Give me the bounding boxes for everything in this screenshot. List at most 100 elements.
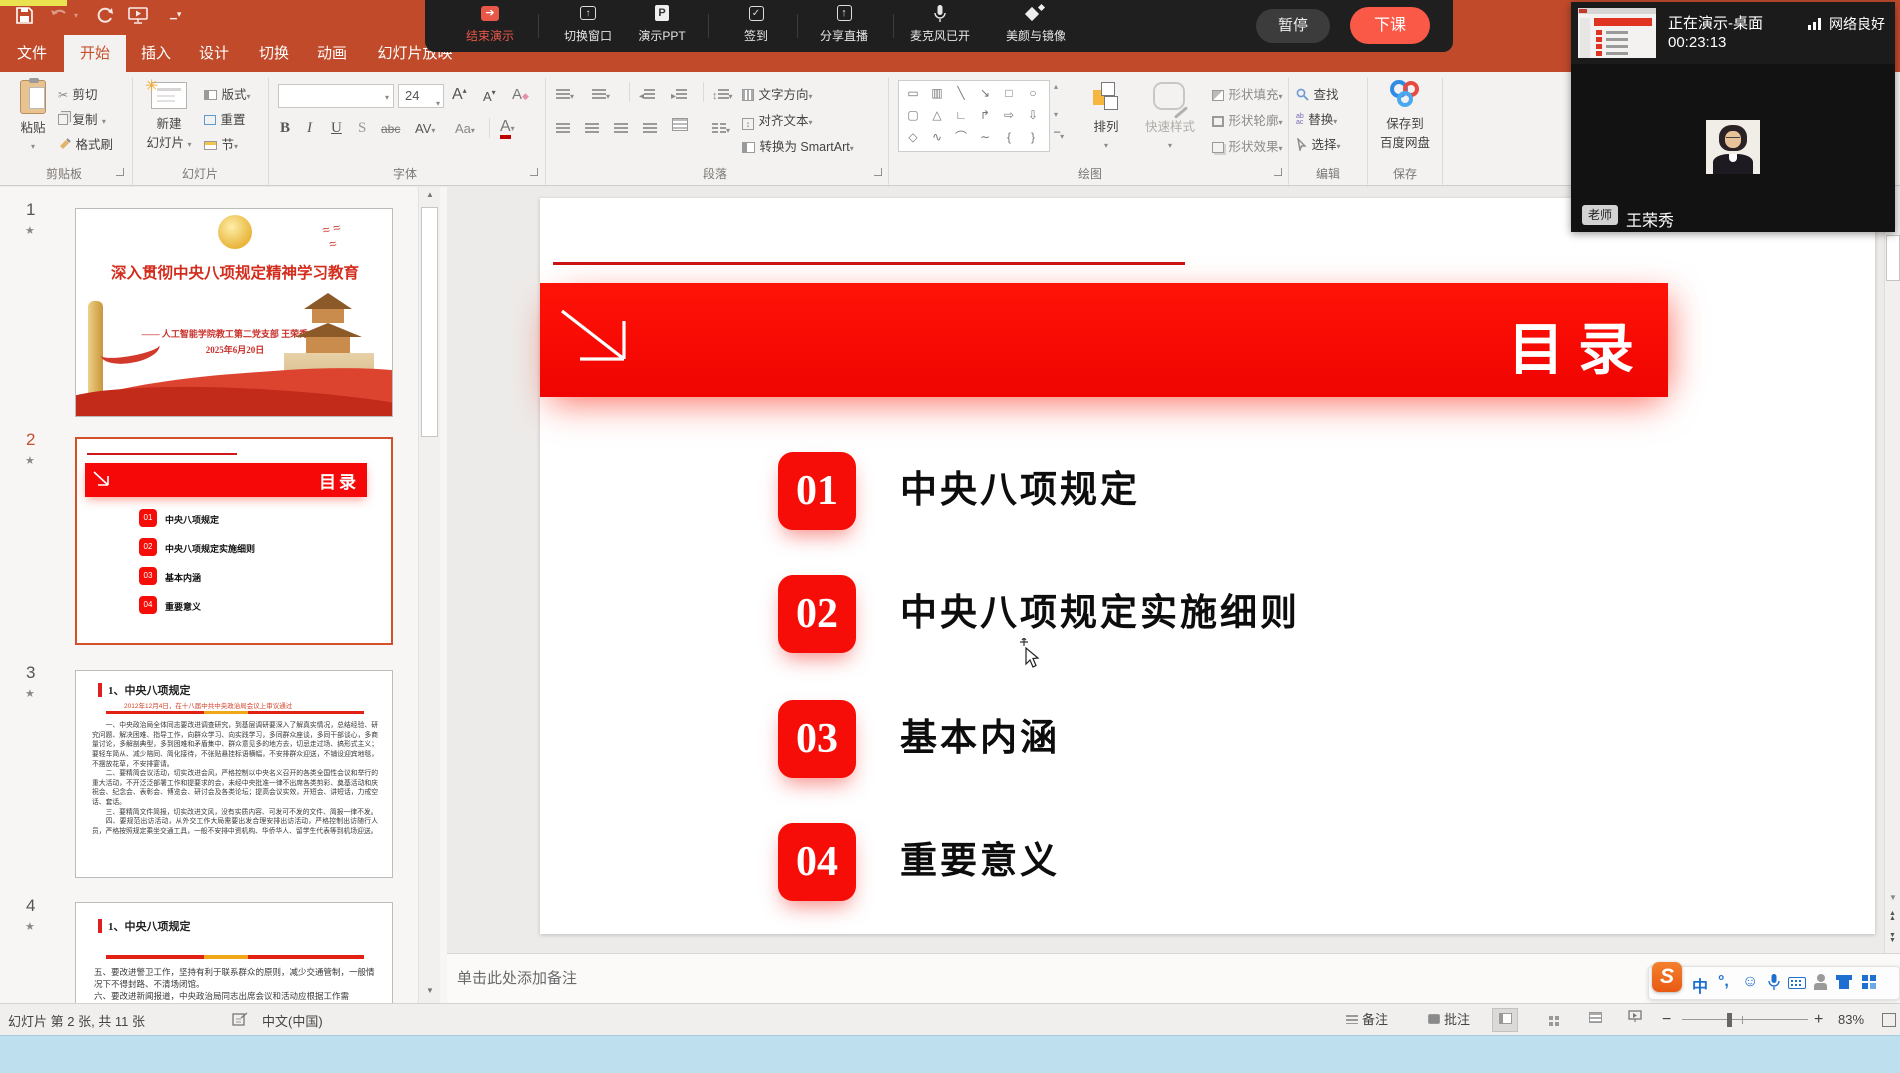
change-case-button[interactable]: Aa▾: [455, 121, 475, 136]
zoom-slider-thumb[interactable]: [1727, 1013, 1732, 1027]
replace-button[interactable]: abac 替换▾: [1296, 109, 1337, 129]
main-scroll-thumb[interactable]: [1886, 235, 1900, 281]
shape-glyph[interactable]: ▭: [901, 82, 925, 104]
numbering-button[interactable]: ▾: [592, 86, 610, 104]
increase-font-icon[interactable]: A▴: [452, 86, 467, 104]
shape-glyph[interactable]: ∟: [949, 104, 973, 126]
select-button[interactable]: 选择▾: [1296, 134, 1340, 154]
shape-fill-button[interactable]: 形状填充▾: [1212, 84, 1282, 104]
italic-button[interactable]: I: [307, 120, 312, 137]
shape-glyph[interactable]: △: [925, 104, 949, 126]
spellcheck-icon[interactable]: [232, 1012, 248, 1027]
undo-icon[interactable]: [50, 7, 69, 29]
share-live-button[interactable]: ↑ 分享直播: [799, 5, 889, 44]
toc-item-badge[interactable]: 02: [778, 575, 856, 653]
bold-button[interactable]: B: [280, 120, 290, 137]
normal-view-button[interactable]: [1492, 1008, 1518, 1032]
align-text-button[interactable]: ↕ 对齐文本▾: [742, 110, 812, 130]
strikethrough-button[interactable]: abc: [381, 122, 400, 136]
shape-glyph[interactable]: ↱: [973, 104, 997, 126]
shape-glyph[interactable]: ╲: [949, 82, 973, 104]
sign-in-button[interactable]: ✓ 签到: [711, 5, 801, 44]
previous-slide-icon[interactable]: ▲▲: [1889, 911, 1896, 921]
copy-button[interactable]: 复制 ▾: [58, 109, 106, 129]
end-class-button[interactable]: 下课: [1350, 7, 1430, 44]
start-slideshow-icon[interactable]: [128, 7, 148, 29]
quick-styles-button[interactable]: 快速样式 ▾: [1136, 80, 1204, 153]
text-direction-button[interactable]: 文字方向▾: [742, 84, 812, 104]
distribute-icon[interactable]: [672, 118, 688, 136]
language-indicator[interactable]: 中文(中国): [262, 1011, 323, 1030]
toc-item-label[interactable]: 中央八项规定实施细则: [900, 575, 1300, 653]
ime-emoji-icon[interactable]: ☺: [1742, 973, 1758, 991]
slide-canvas[interactable]: 目录 01 中央八项规定 02 中央八项规定实施细则 03 基本内涵 04 重要…: [540, 198, 1875, 934]
shape-effects-button[interactable]: 形状效果▾: [1212, 136, 1282, 156]
paragraph-dialog-launcher-icon[interactable]: [874, 168, 882, 176]
notes-toggle-button[interactable]: 备注: [1346, 1008, 1388, 1032]
font-color-button[interactable]: A▾: [500, 118, 515, 136]
next-slide-icon[interactable]: ▼▼: [1889, 933, 1896, 943]
shape-glyph[interactable]: ∼: [973, 126, 997, 148]
slideshow-view-button[interactable]: [1622, 1008, 1648, 1032]
smartart-button[interactable]: 转换为 SmartArt▾: [742, 136, 854, 156]
pause-button[interactable]: 暂停: [1256, 9, 1330, 43]
toc-item-label[interactable]: 重要意义: [900, 823, 1060, 901]
shapes-scroll-up-icon[interactable]: ▴: [1054, 82, 1058, 91]
layout-button[interactable]: 版式▾: [204, 84, 250, 104]
font-name-combo[interactable]: ▾: [278, 84, 394, 108]
new-slide-button[interactable]: ✳ 新建 幻灯片 ▾: [140, 78, 198, 170]
toc-item-label[interactable]: 中央八项规定: [900, 452, 1140, 530]
tab-design[interactable]: 设计: [186, 35, 242, 72]
ime-grid-icon[interactable]: [1862, 975, 1877, 990]
scroll-up-icon[interactable]: ▲: [426, 190, 434, 199]
format-painter-button[interactable]: 格式刷: [58, 134, 113, 154]
redo-icon[interactable]: [96, 7, 114, 29]
save-icon[interactable]: [16, 7, 33, 29]
shape-glyph[interactable]: ⇨: [997, 104, 1021, 126]
slide-sorter-view-button[interactable]: [1541, 1008, 1567, 1032]
ime-toolbox-person-icon[interactable]: [1814, 974, 1828, 990]
bullets-button[interactable]: ▾: [556, 86, 574, 104]
present-ppt-button[interactable]: P 演示PPT: [617, 5, 707, 44]
font-dialog-launcher-icon[interactable]: [530, 168, 538, 176]
shape-outline-button[interactable]: 形状轮廓▾: [1212, 110, 1282, 130]
shape-glyph[interactable]: ⇩: [1021, 104, 1045, 126]
zoom-slider-track[interactable]: [1682, 1019, 1808, 1020]
toc-item-badge[interactable]: 03: [778, 700, 856, 778]
columns-button[interactable]: ▾: [712, 120, 730, 138]
shapes-scroll-down-icon[interactable]: ▾: [1054, 110, 1058, 119]
character-spacing-button[interactable]: AV▾: [415, 121, 435, 136]
tab-home[interactable]: 开始: [64, 35, 126, 72]
shape-glyph[interactable]: □: [997, 82, 1021, 104]
zoom-level[interactable]: 83%: [1838, 1008, 1864, 1032]
save-to-baidu-button[interactable]: 保存到 百度网盘: [1370, 78, 1440, 151]
decrease-font-icon[interactable]: A▾: [483, 88, 496, 104]
find-button[interactable]: 查找: [1296, 84, 1338, 104]
zoom-out-button[interactable]: −: [1662, 1008, 1671, 1032]
clipboard-dialog-launcher-icon[interactable]: [116, 168, 124, 176]
main-scrollbar[interactable]: ▲ ▼ ▲▲ ▼▼: [1884, 187, 1900, 953]
align-left-icon[interactable]: [556, 120, 570, 138]
shape-glyph[interactable]: ○: [1021, 82, 1045, 104]
shape-glyph[interactable]: ↘: [973, 82, 997, 104]
toc-banner[interactable]: 目录: [540, 283, 1668, 397]
customize-quick-access-icon[interactable]: ▁▾: [170, 9, 181, 31]
cut-button[interactable]: ✂ 剪切: [58, 84, 98, 104]
scroll-down-icon[interactable]: ▼: [426, 986, 434, 995]
text-shadow-button[interactable]: S: [358, 120, 366, 137]
tab-animations[interactable]: 动画: [304, 35, 360, 72]
shape-glyph[interactable]: ∿: [925, 126, 949, 148]
reset-button[interactable]: 重置: [204, 109, 245, 129]
end-presentation-button[interactable]: ➔ 结束演示: [445, 5, 535, 44]
shape-glyph[interactable]: ◇: [901, 126, 925, 148]
line-spacing-button[interactable]: ↕▾: [712, 86, 733, 104]
justify-icon[interactable]: [643, 120, 657, 138]
decrease-indent-icon[interactable]: ◂: [639, 86, 655, 104]
shapes-more-icon[interactable]: ▔▾: [1054, 132, 1064, 141]
section-button[interactable]: 节▾: [204, 134, 238, 154]
slide-thumbnail-4[interactable]: 1、中央八项规定 五、要改进警卫工作，坚持有利于联系群众的原则，减少交通管制，一…: [75, 902, 393, 1003]
shape-glyph[interactable]: {: [997, 126, 1021, 148]
align-center-icon[interactable]: [585, 120, 599, 138]
comments-toggle-button[interactable]: 批注: [1428, 1008, 1470, 1032]
toc-item-label[interactable]: 基本内涵: [900, 700, 1060, 778]
